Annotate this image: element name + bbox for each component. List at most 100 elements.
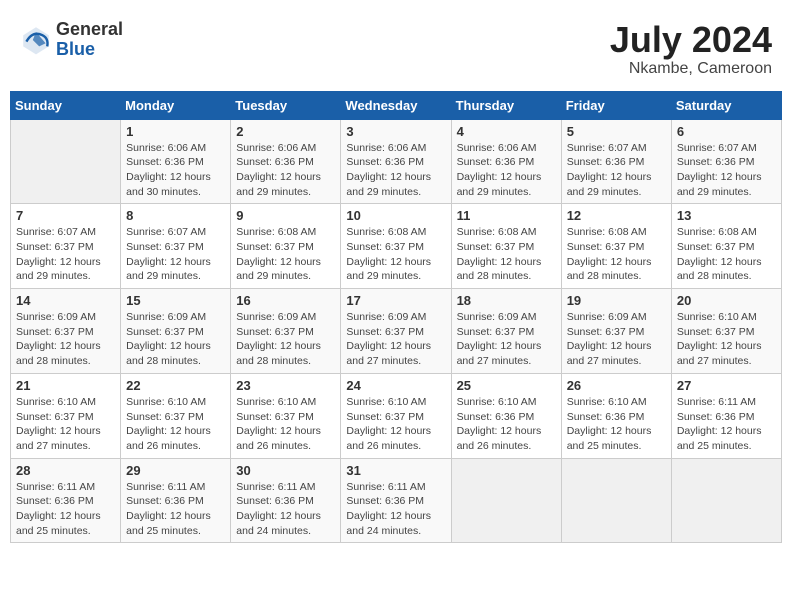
day-info: Sunrise: 6:11 AM Sunset: 6:36 PM Dayligh… [126, 480, 225, 539]
calendar-cell: 7Sunrise: 6:07 AM Sunset: 6:37 PM Daylig… [11, 204, 121, 289]
day-info: Sunrise: 6:08 AM Sunset: 6:37 PM Dayligh… [677, 225, 776, 284]
day-info: Sunrise: 6:11 AM Sunset: 6:36 PM Dayligh… [236, 480, 335, 539]
calendar-cell: 23 Sunrise: 6:10 AM Sunset: 6:37 PM Dayli… [231, 373, 341, 458]
calendar-cell: 27 Sunrise: 6:11 AM Sunset: 6:36 PM Dayli… [671, 373, 781, 458]
day-header-saturday: Saturday [671, 91, 781, 119]
calendar-cell: 4Sunrise: 6:06 AM Sunset: 6:36 PM Daylig… [451, 119, 561, 204]
calendar-cell: 6 Sunrise: 6:07 AM Sunset: 6:36 PM Daylig… [671, 119, 781, 204]
day-info: Sunrise: 6:09 AM Sunset: 6:37 PM Dayligh… [16, 310, 115, 369]
day-info: Sunrise: 6:09 AM Sunset: 6:37 PM Dayligh… [567, 310, 666, 369]
calendar-week-1: 1 Sunrise: 6:06 AM Sunset: 6:36 PM Daylig… [11, 119, 782, 204]
day-header-monday: Monday [121, 91, 231, 119]
day-number: 14 [16, 293, 115, 308]
day-number: 28 [16, 463, 115, 478]
day-number: 30 [236, 463, 335, 478]
calendar-cell: 31Sunrise: 6:11 AM Sunset: 6:36 PM Dayli… [341, 458, 451, 543]
title-block: July 2024 Nkambe, Cameroon [610, 20, 772, 78]
page-header: General Blue July 2024 Nkambe, Cameroon [10, 10, 782, 83]
logo-general-text: General [56, 20, 123, 40]
day-number: 1 [126, 124, 225, 139]
day-header-friday: Friday [561, 91, 671, 119]
day-number: 21 [16, 378, 115, 393]
calendar-cell: 19 Sunrise: 6:09 AM Sunset: 6:37 PM Dayli… [561, 289, 671, 374]
day-header-sunday: Sunday [11, 91, 121, 119]
day-number: 10 [346, 208, 445, 223]
calendar-body: 1 Sunrise: 6:06 AM Sunset: 6:36 PM Daylig… [11, 119, 782, 543]
day-info: Sunrise: 6:06 AM Sunset: 6:36 PM Dayligh… [346, 141, 445, 200]
calendar-cell: 30 Sunrise: 6:11 AM Sunset: 6:36 PM Dayli… [231, 458, 341, 543]
day-info: Sunrise: 6:10 AM Sunset: 6:37 PM Dayligh… [126, 395, 225, 454]
calendar-cell: 12 Sunrise: 6:08 AM Sunset: 6:37 PM Dayli… [561, 204, 671, 289]
day-info: Sunrise: 6:07 AM Sunset: 6:37 PM Dayligh… [16, 225, 115, 284]
calendar-week-4: 21 Sunrise: 6:10 AM Sunset: 6:37 PM Dayli… [11, 373, 782, 458]
calendar-cell: 16Sunrise: 6:09 AM Sunset: 6:37 PM Dayli… [231, 289, 341, 374]
calendar-week-2: 7Sunrise: 6:07 AM Sunset: 6:37 PM Daylig… [11, 204, 782, 289]
day-number: 9 [236, 208, 335, 223]
day-info: Sunrise: 6:09 AM Sunset: 6:37 PM Dayligh… [236, 310, 335, 369]
day-number: 5 [567, 124, 666, 139]
day-number: 26 [567, 378, 666, 393]
day-number: 29 [126, 463, 225, 478]
calendar-header-row: SundayMondayTuesdayWednesdayThursdayFrid… [11, 91, 782, 119]
day-info: Sunrise: 6:07 AM Sunset: 6:36 PM Dayligh… [677, 141, 776, 200]
logo-icon [20, 24, 52, 56]
day-number: 24 [346, 378, 445, 393]
day-number: 3 [346, 124, 445, 139]
day-info: Sunrise: 6:09 AM Sunset: 6:37 PM Dayligh… [126, 310, 225, 369]
calendar-cell: 13 Sunrise: 6:08 AM Sunset: 6:37 PM Dayli… [671, 204, 781, 289]
day-info: Sunrise: 6:10 AM Sunset: 6:37 PM Dayligh… [236, 395, 335, 454]
day-number: 31 [346, 463, 445, 478]
calendar-cell: 10 Sunrise: 6:08 AM Sunset: 6:37 PM Dayli… [341, 204, 451, 289]
calendar-cell: 1 Sunrise: 6:06 AM Sunset: 6:36 PM Daylig… [121, 119, 231, 204]
calendar-cell: 24Sunrise: 6:10 AM Sunset: 6:37 PM Dayli… [341, 373, 451, 458]
day-number: 17 [346, 293, 445, 308]
calendar-cell: 26 Sunrise: 6:10 AM Sunset: 6:36 PM Dayli… [561, 373, 671, 458]
day-number: 22 [126, 378, 225, 393]
logo-blue-text: Blue [56, 40, 123, 60]
day-info: Sunrise: 6:09 AM Sunset: 6:37 PM Dayligh… [457, 310, 556, 369]
calendar-cell: 21Sunrise: 6:10 AM Sunset: 6:37 PM Dayli… [11, 373, 121, 458]
day-header-tuesday: Tuesday [231, 91, 341, 119]
calendar-cell [561, 458, 671, 543]
day-number: 12 [567, 208, 666, 223]
calendar-cell: 15Sunrise: 6:09 AM Sunset: 6:37 PM Dayli… [121, 289, 231, 374]
day-info: Sunrise: 6:10 AM Sunset: 6:36 PM Dayligh… [457, 395, 556, 454]
day-info: Sunrise: 6:08 AM Sunset: 6:37 PM Dayligh… [346, 225, 445, 284]
calendar-cell: 9 Sunrise: 6:08 AM Sunset: 6:37 PM Daylig… [231, 204, 341, 289]
calendar-cell: 18Sunrise: 6:09 AM Sunset: 6:37 PM Dayli… [451, 289, 561, 374]
day-number: 27 [677, 378, 776, 393]
calendar-cell: 25 Sunrise: 6:10 AM Sunset: 6:36 PM Dayli… [451, 373, 561, 458]
calendar-cell [671, 458, 781, 543]
day-number: 6 [677, 124, 776, 139]
day-info: Sunrise: 6:10 AM Sunset: 6:36 PM Dayligh… [567, 395, 666, 454]
calendar-cell: 22 Sunrise: 6:10 AM Sunset: 6:37 PM Dayli… [121, 373, 231, 458]
calendar-cell: 14 Sunrise: 6:09 AM Sunset: 6:37 PM Dayli… [11, 289, 121, 374]
day-info: Sunrise: 6:08 AM Sunset: 6:37 PM Dayligh… [236, 225, 335, 284]
day-number: 13 [677, 208, 776, 223]
calendar-cell: 11 Sunrise: 6:08 AM Sunset: 6:37 PM Dayli… [451, 204, 561, 289]
calendar-cell: 3 Sunrise: 6:06 AM Sunset: 6:36 PM Daylig… [341, 119, 451, 204]
day-number: 8 [126, 208, 225, 223]
day-number: 4 [457, 124, 556, 139]
month-year: July 2024 [610, 20, 772, 60]
day-number: 2 [236, 124, 335, 139]
calendar-week-5: 28 Sunrise: 6:11 AM Sunset: 6:36 PM Dayli… [11, 458, 782, 543]
logo: General Blue [20, 20, 123, 60]
day-header-thursday: Thursday [451, 91, 561, 119]
calendar-cell: 17 Sunrise: 6:09 AM Sunset: 6:37 PM Dayli… [341, 289, 451, 374]
calendar-cell [451, 458, 561, 543]
day-number: 23 [236, 378, 335, 393]
day-number: 11 [457, 208, 556, 223]
calendar-cell: 5Sunrise: 6:07 AM Sunset: 6:36 PM Daylig… [561, 119, 671, 204]
calendar-cell: 2Sunrise: 6:06 AM Sunset: 6:36 PM Daylig… [231, 119, 341, 204]
day-info: Sunrise: 6:08 AM Sunset: 6:37 PM Dayligh… [567, 225, 666, 284]
day-info: Sunrise: 6:06 AM Sunset: 6:36 PM Dayligh… [126, 141, 225, 200]
day-number: 19 [567, 293, 666, 308]
day-header-wednesday: Wednesday [341, 91, 451, 119]
day-info: Sunrise: 6:10 AM Sunset: 6:37 PM Dayligh… [677, 310, 776, 369]
location: Nkambe, Cameroon [610, 60, 772, 78]
day-info: Sunrise: 6:08 AM Sunset: 6:37 PM Dayligh… [457, 225, 556, 284]
day-info: Sunrise: 6:11 AM Sunset: 6:36 PM Dayligh… [677, 395, 776, 454]
day-number: 25 [457, 378, 556, 393]
day-info: Sunrise: 6:09 AM Sunset: 6:37 PM Dayligh… [346, 310, 445, 369]
